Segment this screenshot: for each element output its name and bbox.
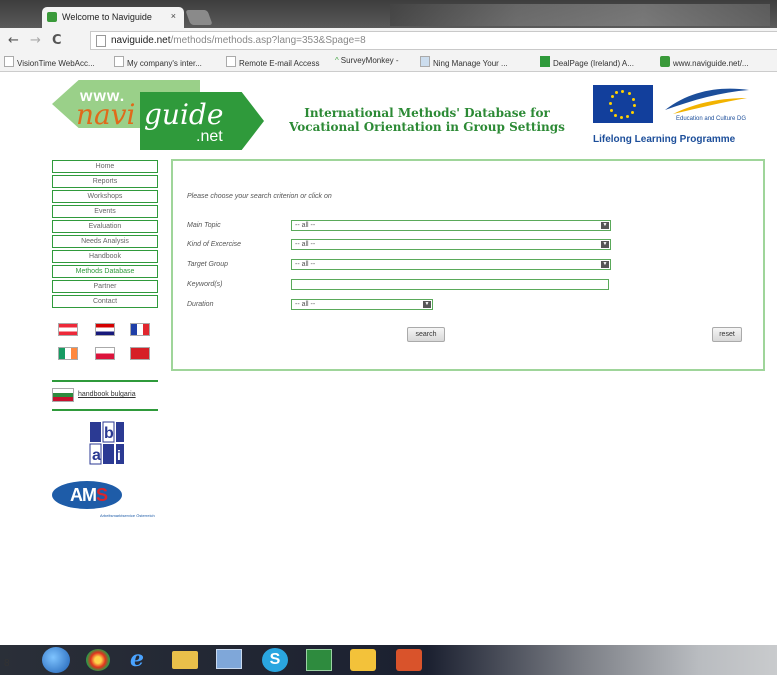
file-explorer-taskbar-icon[interactable] xyxy=(172,651,198,669)
bookmark-item[interactable]: Remote E-mail Access xyxy=(226,56,319,68)
ning-icon xyxy=(420,56,430,67)
windows-app-taskbar-icon[interactable] xyxy=(216,649,242,669)
eac-label: Education and Culture DG xyxy=(676,116,747,122)
sidebar-item-partner[interactable]: Partner xyxy=(52,280,158,293)
flag-bulgaria-icon xyxy=(52,388,74,402)
ams-subtitle: Arbeitsmarktservice Österreich xyxy=(100,513,155,518)
page-icon xyxy=(4,56,14,67)
kind-of-exercise-label: Kind of Excercise xyxy=(187,241,242,248)
flag-austria-icon[interactable] xyxy=(58,323,78,336)
bookmark-item[interactable]: VisionTime WebAcc... xyxy=(4,56,95,68)
surveymonkey-icon: ^ xyxy=(335,56,339,65)
internet-explorer-taskbar-icon[interactable]: e xyxy=(130,646,144,672)
sidebar-item-handbook[interactable]: Handbook xyxy=(52,250,158,263)
bookmark-item[interactable]: My company's inter... xyxy=(114,56,202,68)
flag-croatia-icon[interactable] xyxy=(95,323,115,336)
url-path: /methods/methods.asp?lang=353&Spage=8 xyxy=(170,35,366,46)
target-group-select[interactable]: -- all -- ▼ xyxy=(291,259,611,270)
powerpoint-taskbar-icon[interactable] xyxy=(396,649,422,671)
window-background xyxy=(390,4,770,26)
divider xyxy=(52,380,158,382)
duration-select[interactable]: -- all -- ▼ xyxy=(291,299,433,310)
duration-label: Duration xyxy=(187,301,214,308)
sidebar-item-evaluation[interactable]: Evaluation xyxy=(52,220,158,233)
excel-taskbar-icon[interactable] xyxy=(306,649,332,671)
main-topic-label: Main Topic xyxy=(187,222,221,229)
search-prompt: Please choose your search criterion or c… xyxy=(187,193,332,200)
page-icon xyxy=(114,56,124,67)
reload-icon[interactable]: C xyxy=(52,33,62,48)
sidebar-item-reports[interactable]: Reports xyxy=(52,175,158,188)
close-tab-icon[interactable]: × xyxy=(171,11,176,21)
logo-net: .net xyxy=(196,128,223,145)
flag-france-icon[interactable] xyxy=(130,323,150,336)
search-button[interactable]: search xyxy=(407,327,445,342)
bookmarks-bar: VisionTime WebAcc... My company's inter.… xyxy=(0,54,777,72)
outlook-taskbar-icon[interactable] xyxy=(350,649,376,671)
desktop-glyph: 8 xyxy=(4,658,10,669)
sidebar-item-needs-analysis[interactable]: Needs Analysis xyxy=(52,235,158,248)
chrome-taskbar-icon[interactable] xyxy=(86,649,110,671)
svg-text:a: a xyxy=(92,447,101,464)
windows-taskbar xyxy=(0,645,777,675)
eac-logo-icon xyxy=(665,88,749,114)
start-button-icon[interactable] xyxy=(42,647,70,673)
browser-tab[interactable]: Welcome to Naviguide × xyxy=(42,7,184,29)
main-topic-select[interactable]: -- all -- ▼ xyxy=(291,220,611,231)
eu-flag-icon xyxy=(593,85,653,123)
sidebar-item-contact[interactable]: Contact xyxy=(52,295,158,308)
ams-logo-text: AMS xyxy=(70,485,108,505)
flag-ireland-icon[interactable] xyxy=(58,347,78,360)
sidebar-item-methods-database[interactable]: Methods Database xyxy=(52,265,158,278)
llp-label: Lifelong Learning Programme xyxy=(593,134,736,145)
flag-turkey-icon[interactable] xyxy=(130,347,150,360)
sidebar-item-home[interactable]: Home xyxy=(52,160,158,173)
bookmark-item[interactable]: Ning Manage Your ... xyxy=(420,56,508,68)
dropdown-arrow-icon: ▼ xyxy=(423,301,431,308)
bookmark-item[interactable]: ^ SurveyMonkey - xyxy=(335,56,399,65)
divider xyxy=(52,409,158,411)
sidebar-nav: Home Reports Workshops Events Evaluation… xyxy=(52,160,158,310)
bookmark-item[interactable]: DealPage (Ireland) A... xyxy=(540,56,634,68)
naviguide-favicon-icon xyxy=(660,56,670,67)
dropdown-arrow-icon: ▼ xyxy=(601,241,609,248)
forward-arrow-icon[interactable]: → xyxy=(30,33,41,48)
skype-taskbar-icon[interactable]: S xyxy=(262,648,288,672)
naviguide-favicon-icon xyxy=(47,12,57,22)
bfi-logo-icon: b a i xyxy=(89,421,124,465)
bookmark-item[interactable]: www.naviguide.net/... xyxy=(660,56,749,68)
target-group-label: Target Group xyxy=(187,261,228,268)
dropdown-arrow-icon: ▼ xyxy=(601,261,609,268)
svg-text:i: i xyxy=(117,447,121,463)
page-icon xyxy=(96,35,106,47)
sidebar-item-events[interactable]: Events xyxy=(52,205,158,218)
dealpage-icon xyxy=(540,56,550,67)
tab-title: Welcome to Naviguide xyxy=(62,12,152,22)
url-host: naviguide.net xyxy=(111,35,171,46)
back-arrow-icon[interactable]: ← xyxy=(8,33,19,48)
sidebar-item-workshops[interactable]: Workshops xyxy=(52,190,158,203)
keyword-input[interactable] xyxy=(291,279,609,290)
page-icon xyxy=(226,56,236,67)
reset-button[interactable]: reset xyxy=(712,327,742,342)
logo-navi: navi xyxy=(76,98,136,131)
kind-of-exercise-select[interactable]: -- all -- ▼ xyxy=(291,239,611,250)
dropdown-arrow-icon: ▼ xyxy=(601,222,609,229)
address-bar[interactable]: naviguide.net/methods/methods.asp?lang=3… xyxy=(90,31,777,50)
page-title: International Methods' Database for Voca… xyxy=(289,106,565,134)
logo-guide: guide xyxy=(144,98,224,131)
keyword-label: Keyword(s) xyxy=(187,281,223,288)
handbook-bulgaria-link[interactable]: handbook bulgaria xyxy=(78,391,136,398)
flag-poland-icon[interactable] xyxy=(95,347,115,360)
svg-text:b: b xyxy=(104,425,114,442)
